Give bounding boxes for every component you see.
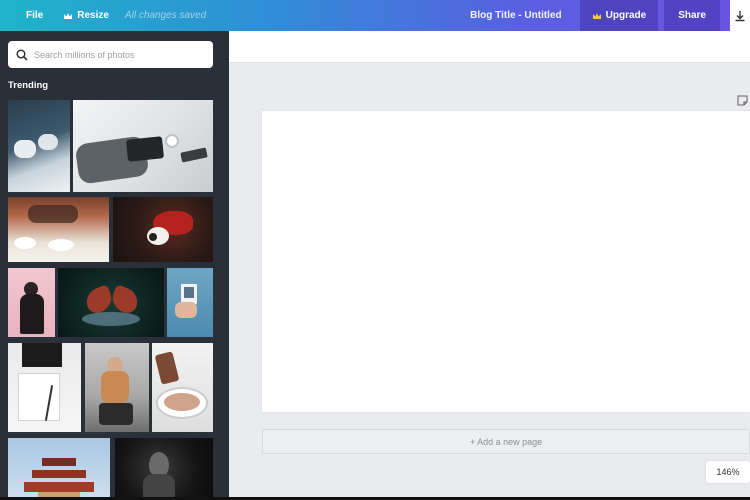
crown-icon xyxy=(64,12,73,19)
editor-workspace: + Add a new page 146% xyxy=(229,31,750,500)
zoom-level-value: 146% xyxy=(716,467,740,477)
file-menu[interactable]: File xyxy=(16,0,53,31)
add-page-label: + Add a new page xyxy=(469,436,543,447)
save-status: All changes saved xyxy=(124,10,207,21)
design-canvas-page[interactable] xyxy=(262,111,750,412)
photo-cafe-table[interactable] xyxy=(8,197,109,262)
top-toolbar: File Resize All changes saved Blog Title… xyxy=(0,0,750,31)
photo-search-box[interactable] xyxy=(8,41,213,68)
share-button[interactable]: Share xyxy=(664,0,720,31)
crown-icon xyxy=(592,12,601,19)
photo-person-sitting[interactable] xyxy=(85,343,149,432)
upgrade-label: Upgrade xyxy=(605,10,647,21)
notes-button[interactable] xyxy=(737,93,748,111)
photo-woman-pink-wall[interactable] xyxy=(8,268,55,337)
photo-polaroid-in-hand[interactable] xyxy=(167,268,213,337)
editor-toolbar xyxy=(229,31,750,63)
resize-label: Resize xyxy=(77,10,109,21)
document-title[interactable]: Blog Title - Untitled xyxy=(470,10,579,21)
photo-red-parrot[interactable] xyxy=(113,197,213,262)
share-label: Share xyxy=(678,10,706,21)
download-icon xyxy=(735,10,745,21)
photo-food-bowl[interactable] xyxy=(152,343,213,432)
file-menu-label: File xyxy=(26,10,44,21)
photo-butterfly[interactable] xyxy=(58,268,164,337)
photo-hands-on-tablet[interactable] xyxy=(73,100,213,192)
photo-dark-portrait[interactable] xyxy=(115,438,213,500)
photos-panel: Trending xyxy=(0,31,229,500)
resize-button[interactable]: Resize xyxy=(53,0,119,31)
photo-pagoda[interactable] xyxy=(8,438,110,500)
zoom-level-button[interactable]: 146% xyxy=(706,461,750,483)
search-icon xyxy=(16,48,28,61)
note-icon xyxy=(737,95,748,106)
add-new-page-button[interactable]: + Add a new page xyxy=(262,429,750,454)
photo-feet-on-sheets[interactable] xyxy=(8,100,70,192)
download-button[interactable] xyxy=(730,0,750,31)
trending-heading: Trending xyxy=(8,80,49,91)
photo-search-input[interactable] xyxy=(34,49,194,60)
upgrade-button[interactable]: Upgrade xyxy=(579,0,659,31)
photo-notebook-desk[interactable] xyxy=(8,343,81,432)
